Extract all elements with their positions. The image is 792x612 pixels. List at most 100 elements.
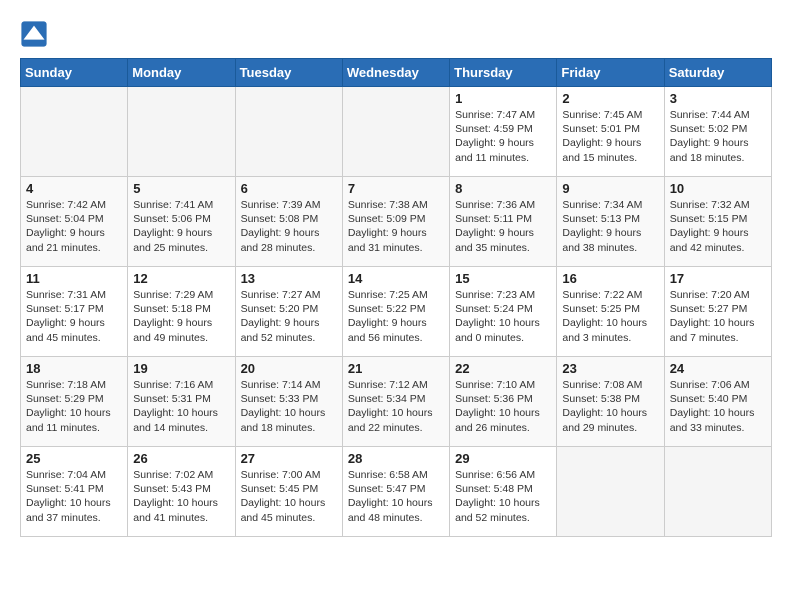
day-info: Sunrise: 7:06 AM Sunset: 5:40 PM Dayligh…	[670, 378, 766, 435]
calendar-cell: 6 Sunrise: 7:39 AM Sunset: 5:08 PM Daylig…	[235, 177, 342, 267]
calendar-cell	[128, 87, 235, 177]
calendar-cell: 1 Sunrise: 7:47 AM Sunset: 4:59 PM Daylig…	[450, 87, 557, 177]
day-info: Sunrise: 7:20 AM Sunset: 5:27 PM Dayligh…	[670, 288, 766, 345]
day-info: Sunrise: 7:22 AM Sunset: 5:25 PM Dayligh…	[562, 288, 658, 345]
day-number: 8	[455, 181, 551, 196]
day-number: 12	[133, 271, 229, 286]
weekday-header-wednesday: Wednesday	[342, 59, 449, 87]
page-header	[20, 20, 772, 48]
calendar-cell: 2 Sunrise: 7:45 AM Sunset: 5:01 PM Daylig…	[557, 87, 664, 177]
calendar-week-row: 25 Sunrise: 7:04 AM Sunset: 5:41 PM Dayli…	[21, 447, 772, 537]
day-info: Sunrise: 7:29 AM Sunset: 5:18 PM Dayligh…	[133, 288, 229, 345]
day-number: 24	[670, 361, 766, 376]
calendar-cell: 3 Sunrise: 7:44 AM Sunset: 5:02 PM Daylig…	[664, 87, 771, 177]
weekday-header-tuesday: Tuesday	[235, 59, 342, 87]
weekday-header-sunday: Sunday	[21, 59, 128, 87]
day-info: Sunrise: 7:02 AM Sunset: 5:43 PM Dayligh…	[133, 468, 229, 525]
day-info: Sunrise: 7:25 AM Sunset: 5:22 PM Dayligh…	[348, 288, 444, 345]
day-number: 4	[26, 181, 122, 196]
day-info: Sunrise: 7:10 AM Sunset: 5:36 PM Dayligh…	[455, 378, 551, 435]
calendar-cell: 20 Sunrise: 7:14 AM Sunset: 5:33 PM Dayli…	[235, 357, 342, 447]
weekday-header-saturday: Saturday	[664, 59, 771, 87]
calendar-cell: 29 Sunrise: 6:56 AM Sunset: 5:48 PM Dayli…	[450, 447, 557, 537]
calendar-cell: 27Sunrise: 7:00 AM Sunset: 5:45 PM Dayli…	[235, 447, 342, 537]
calendar-week-row: 18 Sunrise: 7:18 AM Sunset: 5:29 PM Dayli…	[21, 357, 772, 447]
day-info: Sunrise: 7:16 AM Sunset: 5:31 PM Dayligh…	[133, 378, 229, 435]
calendar-cell: 10 Sunrise: 7:32 AM Sunset: 5:15 PM Dayli…	[664, 177, 771, 267]
day-info: Sunrise: 7:32 AM Sunset: 5:15 PM Dayligh…	[670, 198, 766, 255]
day-number: 21	[348, 361, 444, 376]
day-info: Sunrise: 7:00 AM Sunset: 5:45 PM Dayligh…	[241, 468, 337, 525]
day-number: 13	[241, 271, 337, 286]
calendar-cell: 18 Sunrise: 7:18 AM Sunset: 5:29 PM Dayli…	[21, 357, 128, 447]
day-number: 16	[562, 271, 658, 286]
day-number: 15	[455, 271, 551, 286]
day-info: Sunrise: 7:18 AM Sunset: 5:29 PM Dayligh…	[26, 378, 122, 435]
calendar-cell: 15 Sunrise: 7:23 AM Sunset: 5:24 PM Dayli…	[450, 267, 557, 357]
day-info: Sunrise: 7:23 AM Sunset: 5:24 PM Dayligh…	[455, 288, 551, 345]
weekday-header-monday: Monday	[128, 59, 235, 87]
logo	[20, 20, 52, 48]
day-info: Sunrise: 7:27 AM Sunset: 5:20 PM Dayligh…	[241, 288, 337, 345]
day-info: Sunrise: 7:36 AM Sunset: 5:11 PM Dayligh…	[455, 198, 551, 255]
calendar-cell: 4 Sunrise: 7:42 AM Sunset: 5:04 PM Daylig…	[21, 177, 128, 267]
calendar-week-row: 11Sunrise: 7:31 AM Sunset: 5:17 PM Dayli…	[21, 267, 772, 357]
day-info: Sunrise: 7:44 AM Sunset: 5:02 PM Dayligh…	[670, 108, 766, 165]
weekday-header-row: SundayMondayTuesdayWednesdayThursdayFrid…	[21, 59, 772, 87]
day-number: 19	[133, 361, 229, 376]
calendar-cell: 5 Sunrise: 7:41 AM Sunset: 5:06 PM Daylig…	[128, 177, 235, 267]
day-info: Sunrise: 7:34 AM Sunset: 5:13 PM Dayligh…	[562, 198, 658, 255]
day-number: 26	[133, 451, 229, 466]
calendar-cell: 9 Sunrise: 7:34 AM Sunset: 5:13 PM Daylig…	[557, 177, 664, 267]
calendar-table: SundayMondayTuesdayWednesdayThursdayFrid…	[20, 58, 772, 537]
day-number: 28	[348, 451, 444, 466]
day-number: 9	[562, 181, 658, 196]
day-info: Sunrise: 7:45 AM Sunset: 5:01 PM Dayligh…	[562, 108, 658, 165]
day-number: 5	[133, 181, 229, 196]
day-info: Sunrise: 7:47 AM Sunset: 4:59 PM Dayligh…	[455, 108, 551, 165]
day-info: Sunrise: 6:56 AM Sunset: 5:48 PM Dayligh…	[455, 468, 551, 525]
day-info: Sunrise: 7:41 AM Sunset: 5:06 PM Dayligh…	[133, 198, 229, 255]
calendar-cell: 26 Sunrise: 7:02 AM Sunset: 5:43 PM Dayli…	[128, 447, 235, 537]
day-info: Sunrise: 7:31 AM Sunset: 5:17 PM Dayligh…	[26, 288, 122, 345]
day-number: 17	[670, 271, 766, 286]
calendar-cell	[557, 447, 664, 537]
day-info: Sunrise: 6:58 AM Sunset: 5:47 PM Dayligh…	[348, 468, 444, 525]
day-number: 22	[455, 361, 551, 376]
day-number: 18	[26, 361, 122, 376]
calendar-cell: 19 Sunrise: 7:16 AM Sunset: 5:31 PM Dayli…	[128, 357, 235, 447]
day-number: 2	[562, 91, 658, 106]
day-info: Sunrise: 7:14 AM Sunset: 5:33 PM Dayligh…	[241, 378, 337, 435]
day-number: 25	[26, 451, 122, 466]
calendar-cell: 13 Sunrise: 7:27 AM Sunset: 5:20 PM Dayli…	[235, 267, 342, 357]
day-info: Sunrise: 7:12 AM Sunset: 5:34 PM Dayligh…	[348, 378, 444, 435]
calendar-cell: 14 Sunrise: 7:25 AM Sunset: 5:22 PM Dayli…	[342, 267, 449, 357]
day-number: 6	[241, 181, 337, 196]
calendar-cell: 17 Sunrise: 7:20 AM Sunset: 5:27 PM Dayli…	[664, 267, 771, 357]
calendar-cell: 21 Sunrise: 7:12 AM Sunset: 5:34 PM Dayli…	[342, 357, 449, 447]
day-number: 14	[348, 271, 444, 286]
day-number: 29	[455, 451, 551, 466]
calendar-cell	[342, 87, 449, 177]
calendar-week-row: 4 Sunrise: 7:42 AM Sunset: 5:04 PM Daylig…	[21, 177, 772, 267]
day-info: Sunrise: 7:08 AM Sunset: 5:38 PM Dayligh…	[562, 378, 658, 435]
day-number: 3	[670, 91, 766, 106]
calendar-cell: 16 Sunrise: 7:22 AM Sunset: 5:25 PM Dayli…	[557, 267, 664, 357]
calendar-cell	[235, 87, 342, 177]
calendar-cell: 24 Sunrise: 7:06 AM Sunset: 5:40 PM Dayli…	[664, 357, 771, 447]
calendar-cell	[21, 87, 128, 177]
day-number: 10	[670, 181, 766, 196]
day-info: Sunrise: 7:42 AM Sunset: 5:04 PM Dayligh…	[26, 198, 122, 255]
calendar-cell: 12 Sunrise: 7:29 AM Sunset: 5:18 PM Dayli…	[128, 267, 235, 357]
day-info: Sunrise: 7:39 AM Sunset: 5:08 PM Dayligh…	[241, 198, 337, 255]
day-number: 7	[348, 181, 444, 196]
calendar-cell: 25 Sunrise: 7:04 AM Sunset: 5:41 PM Dayli…	[21, 447, 128, 537]
day-number: 1	[455, 91, 551, 106]
day-number: 20	[241, 361, 337, 376]
calendar-cell: 8 Sunrise: 7:36 AM Sunset: 5:11 PM Daylig…	[450, 177, 557, 267]
calendar-cell: 7 Sunrise: 7:38 AM Sunset: 5:09 PM Daylig…	[342, 177, 449, 267]
day-number: 23	[562, 361, 658, 376]
day-info: Sunrise: 7:38 AM Sunset: 5:09 PM Dayligh…	[348, 198, 444, 255]
weekday-header-thursday: Thursday	[450, 59, 557, 87]
day-info: Sunrise: 7:04 AM Sunset: 5:41 PM Dayligh…	[26, 468, 122, 525]
